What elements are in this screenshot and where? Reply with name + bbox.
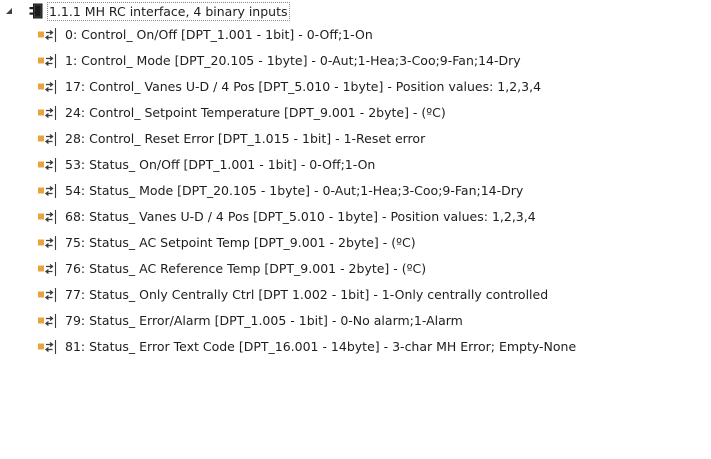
triangle-down-icon[interactable]	[4, 6, 14, 16]
group-object-label: 28: Control_ Reset Error [DPT_1.015 - 1b…	[65, 131, 426, 146]
device-label[interactable]: 1.1.1 MH RC interface, 4 binary inputs	[47, 1, 290, 21]
group-object-item[interactable]: 53: Status_ On/Off [DPT_1.001 - 1bit] - …	[0, 152, 711, 178]
group-object-arrows-icon	[37, 183, 63, 199]
group-object-label: 75: Status_ AC Setpoint Temp [DPT_9.001 …	[65, 235, 416, 250]
group-object-arrows-icon	[37, 261, 63, 277]
group-object-label: 24: Control_ Setpoint Temperature [DPT_9…	[65, 105, 446, 120]
group-object-label: 1: Control_ Mode [DPT_20.105 - 1byte] - …	[65, 53, 521, 68]
group-object-item[interactable]: 0: Control_ On/Off [DPT_1.001 - 1bit] - …	[0, 22, 711, 48]
group-object-item[interactable]: 24: Control_ Setpoint Temperature [DPT_9…	[0, 100, 711, 126]
group-object-label: 68: Status_ Vanes U-D / 4 Pos [DPT_5.010…	[65, 209, 536, 224]
group-object-label: 0: Control_ On/Off [DPT_1.001 - 1bit] - …	[65, 27, 373, 42]
group-object-item[interactable]: 81: Status_ Error Text Code [DPT_16.001 …	[0, 334, 711, 360]
group-object-arrows-icon	[37, 131, 63, 147]
group-object-item[interactable]: 28: Control_ Reset Error [DPT_1.015 - 1b…	[0, 126, 711, 152]
knx-device-icon	[28, 3, 43, 19]
group-object-item[interactable]: 1: Control_ Mode [DPT_20.105 - 1byte] - …	[0, 48, 711, 74]
group-object-item[interactable]: 17: Control_ Vanes U-D / 4 Pos [DPT_5.01…	[0, 74, 711, 100]
group-object-label: 54: Status_ Mode [DPT_20.105 - 1byte] - …	[65, 183, 524, 198]
group-object-item[interactable]: 79: Status_ Error/Alarm [DPT_1.005 - 1bi…	[0, 308, 711, 334]
device-node[interactable]: 1.1.1 MH RC interface, 4 binary inputs	[0, 0, 711, 22]
group-object-item[interactable]: 75: Status_ AC Setpoint Temp [DPT_9.001 …	[0, 230, 711, 256]
group-object-arrows-icon	[37, 287, 63, 303]
group-object-arrows-icon	[37, 79, 63, 95]
group-object-label: 76: Status_ AC Reference Temp [DPT_9.001…	[65, 261, 427, 276]
group-object-arrows-icon	[37, 157, 63, 173]
group-object-label: 77: Status_ Only Centrally Ctrl [DPT 1.0…	[65, 287, 549, 302]
group-object-list: 0: Control_ On/Off [DPT_1.001 - 1bit] - …	[0, 22, 711, 360]
group-object-item[interactable]: 77: Status_ Only Centrally Ctrl [DPT 1.0…	[0, 282, 711, 308]
group-object-item[interactable]: 68: Status_ Vanes U-D / 4 Pos [DPT_5.010…	[0, 204, 711, 230]
group-object-label: 17: Control_ Vanes U-D / 4 Pos [DPT_5.01…	[65, 79, 542, 94]
group-object-arrows-icon	[37, 235, 63, 251]
group-object-item[interactable]: 54: Status_ Mode [DPT_20.105 - 1byte] - …	[0, 178, 711, 204]
group-object-label: 79: Status_ Error/Alarm [DPT_1.005 - 1bi…	[65, 313, 463, 328]
group-object-tree: 1.1.1 MH RC interface, 4 binary inputs 0…	[0, 0, 711, 459]
group-object-label: 81: Status_ Error Text Code [DPT_16.001 …	[65, 339, 577, 354]
group-object-label: 53: Status_ On/Off [DPT_1.001 - 1bit] - …	[65, 157, 376, 172]
group-object-arrows-icon	[37, 53, 63, 69]
group-object-item[interactable]: 76: Status_ AC Reference Temp [DPT_9.001…	[0, 256, 711, 282]
group-object-arrows-icon	[37, 313, 63, 329]
group-object-arrows-icon	[37, 339, 63, 355]
group-object-arrows-icon	[37, 27, 63, 43]
group-object-arrows-icon	[37, 209, 63, 225]
group-object-arrows-icon	[37, 105, 63, 121]
